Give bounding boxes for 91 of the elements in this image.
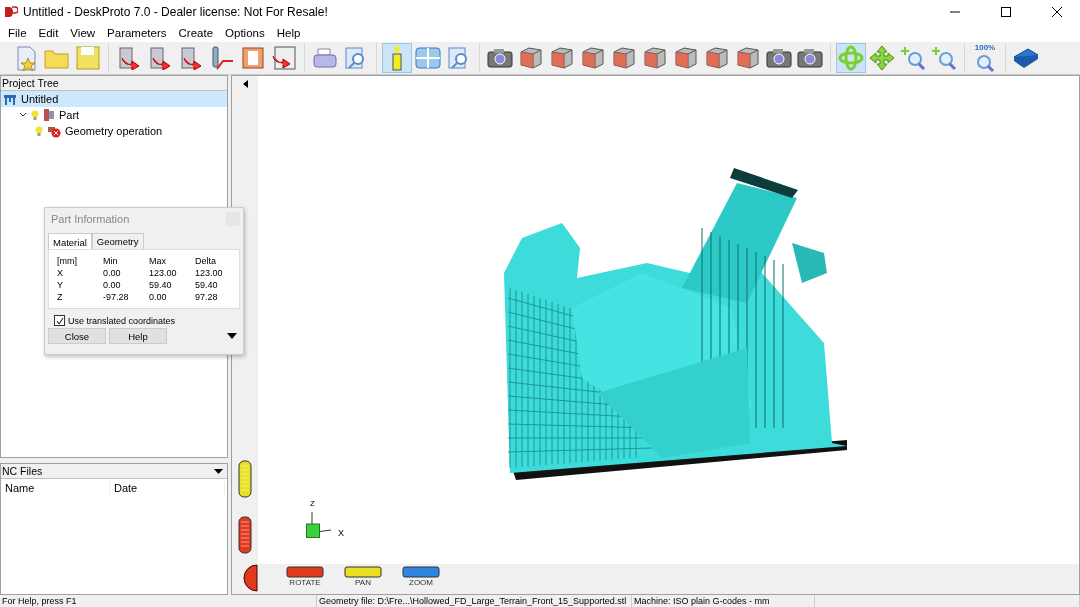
- table-cell-text: 0.00: [103, 268, 122, 278]
- table-cell-text: 97.28: [195, 292, 219, 302]
- status-text: For Help, press F1: [0, 595, 317, 607]
- import-arrow-icon: [178, 46, 204, 70]
- rotate-arrows-icon: [838, 45, 864, 71]
- import-arrow-icon: [147, 46, 173, 70]
- printer-icon: [312, 47, 338, 69]
- machine-icon: [3, 93, 17, 105]
- table-cell-text: 59.40: [195, 280, 219, 290]
- operation-error-icon: [47, 124, 61, 138]
- vertical-wheel-icon[interactable]: [238, 460, 252, 498]
- menu-item[interactable]: Help: [270, 27, 307, 39]
- column-header: Delta: [195, 256, 217, 266]
- wheel-label: ROTATE: [289, 578, 321, 587]
- table-cell-text: X: [57, 268, 64, 278]
- table-cell-text: 123.00: [149, 268, 178, 278]
- column-header: Min: [103, 256, 119, 266]
- menu-item[interactable]: Parameters: [101, 27, 173, 39]
- panel-title: NC Files: [2, 465, 43, 477]
- panel-title: Project Tree: [2, 77, 59, 89]
- cube-icon: [704, 46, 730, 70]
- folder-icon: [44, 47, 70, 69]
- column-header: Max: [149, 256, 167, 266]
- app-logo-icon: [4, 5, 18, 19]
- table-cell-text: 59.40: [149, 280, 173, 290]
- table-cell-text: -97.28: [103, 292, 130, 302]
- axis-label: X: [338, 528, 344, 538]
- status-text: Geometry file: D:\Fre...\Hollowed_FD_Large_Terrain_Front_15_Supported.stl: [317, 595, 632, 607]
- dialog-title: Part Information: [51, 213, 130, 225]
- tree-item[interactable]: Untitled: [1, 91, 227, 107]
- expand-chevron-icon[interactable]: [19, 112, 27, 118]
- table-cell-text: Y: [57, 280, 64, 290]
- menu-item[interactable]: Create: [172, 27, 220, 39]
- cube-icon: [580, 46, 606, 70]
- menu-item[interactable]: File: [2, 27, 33, 39]
- dialog-button[interactable]: Help: [109, 328, 167, 344]
- move-arrows-icon: [869, 45, 895, 71]
- zoom-icon: [931, 45, 957, 71]
- cube-icon: [518, 46, 544, 70]
- wheel-label: PAN: [355, 578, 371, 587]
- wheel-label: ZOOM: [409, 578, 433, 587]
- menu-item[interactable]: Edit: [32, 27, 65, 39]
- camera-icon: [766, 47, 792, 69]
- table-cell-text: 0.00: [103, 280, 122, 290]
- zoom-icon: [900, 45, 926, 71]
- lightbulb-icon: [35, 125, 43, 137]
- horizontal-wheel-icon[interactable]: [402, 566, 440, 578]
- horizontal-wheel-icon[interactable]: [286, 566, 324, 578]
- checkbox[interactable]: [54, 315, 65, 326]
- status-text: Machine: ISO plain G-codes - mm: [632, 595, 815, 607]
- lightbulb-icon: [31, 109, 39, 121]
- window-title: Untitled - DeskProto 7.0 - Dealer license: Not For Resale!: [23, 5, 329, 19]
- column-header[interactable]: Date: [110, 482, 225, 494]
- expand-arrow-icon[interactable]: [227, 333, 237, 339]
- toolbar-button[interactable]: 100%: [970, 43, 1000, 73]
- collapse-arrow-icon[interactable]: [242, 80, 248, 88]
- horizontal-wheel-icon[interactable]: [344, 566, 382, 578]
- camera-icon: [797, 47, 823, 69]
- table-cell-text: 123.00: [195, 268, 224, 278]
- toolbar-button[interactable]: [269, 43, 299, 73]
- grid-icon: [415, 47, 441, 69]
- material-block-icon: [241, 46, 265, 70]
- document-icon: [14, 45, 38, 71]
- help-book-icon: [1012, 47, 1040, 69]
- tree-item[interactable]: Part: [1, 107, 227, 123]
- column-header[interactable]: Name: [1, 482, 110, 494]
- maximize-icon: [1001, 7, 1011, 17]
- cube-icon: [735, 46, 761, 70]
- cube-icon: [611, 46, 637, 70]
- camera-icon: [487, 47, 513, 69]
- dialog-button[interactable]: Close: [48, 328, 106, 344]
- menu-item[interactable]: View: [64, 27, 102, 39]
- menu-item[interactable]: Options: [219, 27, 271, 39]
- vertical-wheel-icon[interactable]: [238, 516, 252, 554]
- import-arrow-icon: [116, 46, 142, 70]
- checkbox-label: Use translated coordinates: [68, 315, 176, 326]
- cube-icon: [673, 46, 699, 70]
- table-cell-text: Z: [57, 292, 64, 302]
- axis-triad-drawing: [306, 511, 332, 538]
- info-icon: [390, 45, 404, 71]
- column-header: [mm]: [57, 256, 78, 266]
- axis-label: Z: [310, 499, 315, 508]
- table-cell-text: 0.00: [149, 292, 168, 302]
- part-icon: [43, 108, 55, 122]
- tree-item[interactable]: Geometry operation: [1, 123, 227, 139]
- tool-icon: [209, 46, 235, 70]
- cube-icon: [549, 46, 575, 70]
- magnifier-icon: [974, 54, 996, 72]
- dropdown-arrow-icon[interactable]: [214, 468, 223, 474]
- zoom-percent-label: 100%: [974, 43, 996, 52]
- cube-icon: [642, 46, 668, 70]
